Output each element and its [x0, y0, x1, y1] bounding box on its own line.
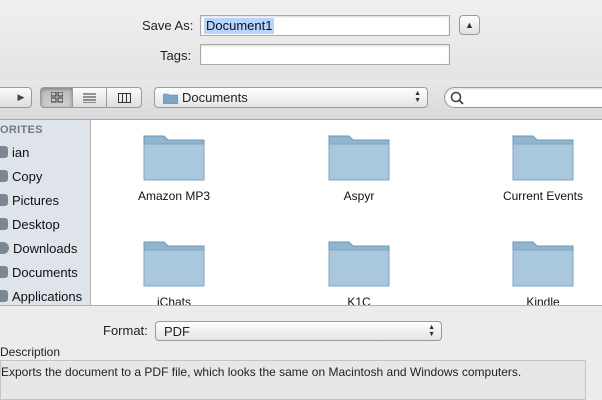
sidebar-item-copy[interactable]: Copy — [0, 165, 90, 187]
list-icon — [83, 93, 96, 103]
save-as-label: Save As: — [142, 18, 194, 33]
sidebar-item-label: Applications — [12, 288, 83, 304]
folder-icon — [512, 135, 574, 181]
tags-input[interactable] — [200, 44, 450, 65]
file-item-current-events[interactable]: Current Events — [483, 130, 602, 203]
sidebar-heading: ORITES — [0, 124, 43, 136]
folder-icon — [143, 241, 205, 287]
location-value: Documents — [182, 90, 248, 105]
format-value: PDF — [164, 324, 190, 339]
applications-icon — [0, 290, 8, 302]
folder-icon — [143, 135, 205, 181]
sidebar-item-label: Copy — [12, 168, 43, 184]
save-as-value: Document1 — [204, 18, 275, 34]
search-input[interactable] — [444, 87, 602, 108]
file-item-label: Aspyr — [343, 189, 375, 203]
file-browser: Amazon MP3 Aspyr Current Events iChats K… — [91, 120, 602, 305]
format-label: Format: — [103, 323, 148, 338]
sidebar-item-label: Desktop — [12, 216, 60, 232]
folder-icon — [328, 135, 390, 181]
desktop-icon — [0, 218, 8, 230]
sidebar-item-label: ian — [12, 144, 30, 160]
description-box: Exports the document to a PDF file, whic… — [0, 360, 586, 400]
sidebar-item-label: Downloads — [13, 240, 78, 256]
save-as-input[interactable]: Document1 — [200, 15, 450, 36]
columns-icon — [117, 92, 131, 103]
file-item-label: Amazon MP3 — [137, 189, 211, 203]
file-item-label: Current Events — [502, 189, 584, 203]
file-item-label: K1C — [347, 295, 371, 305]
file-item-label: Kindle — [526, 295, 560, 305]
home-icon — [0, 146, 8, 158]
file-item-label: iChats — [156, 295, 191, 305]
icon-view-button[interactable] — [40, 87, 73, 108]
tags-label: Tags: — [160, 48, 192, 63]
forward-button[interactable]: ▶ — [0, 87, 32, 108]
file-item-k1c[interactable]: K1C — [299, 236, 419, 305]
folder-icon — [512, 241, 574, 287]
sidebar-item-label: Documents — [12, 264, 78, 280]
description-label: Description — [0, 345, 61, 359]
folder-icon — [163, 93, 178, 104]
folder-icon — [328, 241, 390, 287]
save-header: Save As: Document1 ▲ Tags: — [0, 0, 602, 80]
location-popup[interactable]: Documents ▲ ▼ — [154, 87, 428, 108]
file-item-ichats[interactable]: iChats — [114, 236, 234, 305]
format-popup[interactable]: PDF ▲ ▼ — [155, 321, 442, 341]
downloads-icon — [0, 242, 9, 254]
documents-icon — [0, 266, 8, 278]
sidebar-item-pictures[interactable]: Pictures — [0, 189, 90, 211]
file-item-kindle[interactable]: Kindle — [483, 236, 602, 305]
file-item-amazon-mp3[interactable]: Amazon MP3 — [114, 130, 234, 203]
sidebar-item-downloads[interactable]: Downloads — [0, 237, 90, 259]
grid-icon — [50, 92, 63, 103]
sidebar-item-documents[interactable]: Documents — [0, 261, 90, 283]
divider — [0, 305, 602, 306]
sidebar-item-ian[interactable]: ian — [0, 141, 90, 163]
sidebar: ORITES ian Copy Pictures Desktop Downloa… — [0, 120, 91, 305]
column-view-button[interactable] — [106, 87, 142, 108]
search-icon — [450, 91, 464, 105]
file-item-aspyr[interactable]: Aspyr — [299, 130, 419, 203]
collapse-dialog-button[interactable]: ▲ — [459, 15, 480, 35]
sidebar-item-label: Pictures — [12, 192, 59, 208]
sidebar-item-applications[interactable]: Applications — [0, 285, 90, 305]
pictures-icon — [0, 194, 8, 206]
updown-arrow-icon: ▲ ▼ — [414, 90, 421, 104]
forward-arrow-icon: ▶ — [17, 92, 25, 102]
triangle-up-icon: ▲ — [465, 20, 474, 30]
updown-arrow-icon: ▲ ▼ — [428, 324, 435, 338]
sidebar-item-desktop[interactable]: Desktop — [0, 213, 90, 235]
folder-icon — [0, 170, 8, 182]
list-view-button[interactable] — [72, 87, 107, 108]
description-text: Exports the document to a PDF file, whic… — [1, 365, 522, 379]
